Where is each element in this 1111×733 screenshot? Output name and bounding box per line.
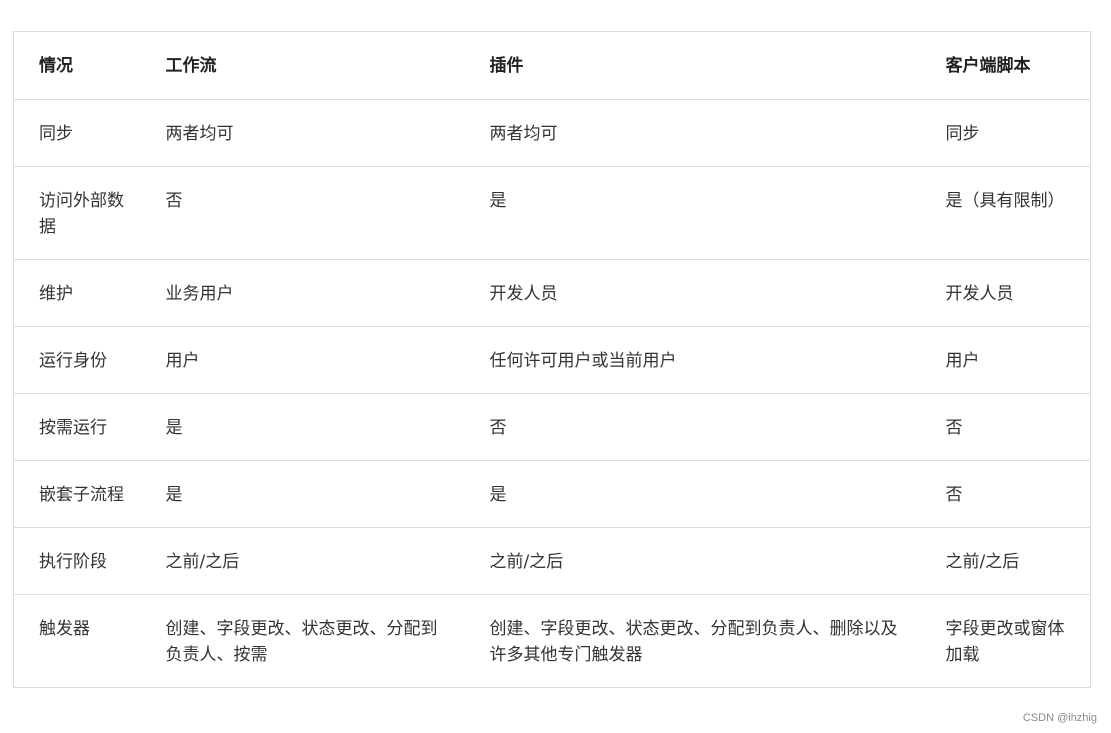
table-row: 同步 两者均可 两者均可 同步 bbox=[13, 99, 1091, 167]
table-cell: 运行身份 bbox=[13, 326, 141, 394]
table-cell: 任何许可用户或当前用户 bbox=[464, 326, 921, 394]
table-cell: 否 bbox=[464, 393, 921, 461]
table-row: 运行身份 用户 任何许可用户或当前用户 用户 bbox=[13, 326, 1091, 394]
table-cell: 是 bbox=[140, 393, 465, 461]
table-cell: 开发人员 bbox=[920, 259, 1091, 327]
header-cell-workflow: 工作流 bbox=[140, 31, 465, 100]
comparison-table-container: 情况 工作流 插件 客户端脚本 同步 两者均可 两者均可 同步 访问外部数据 否… bbox=[13, 31, 1091, 688]
table-cell: 同步 bbox=[920, 99, 1091, 167]
table-cell: 两者均可 bbox=[140, 99, 465, 167]
comparison-table: 情况 工作流 插件 客户端脚本 同步 两者均可 两者均可 同步 访问外部数据 否… bbox=[13, 31, 1091, 688]
table-cell: 业务用户 bbox=[140, 259, 465, 327]
table-cell: 用户 bbox=[140, 326, 465, 394]
table-cell: 执行阶段 bbox=[13, 527, 141, 595]
table-cell: 是（具有限制） bbox=[920, 166, 1091, 260]
table-cell: 字段更改或窗体加载 bbox=[920, 594, 1091, 688]
table-cell: 创建、字段更改、状态更改、分配到负责人、按需 bbox=[140, 594, 465, 688]
table-cell: 否 bbox=[920, 460, 1091, 528]
table-cell: 是 bbox=[140, 460, 465, 528]
table-row: 访问外部数据 否 是 是（具有限制） bbox=[13, 166, 1091, 260]
table-cell: 嵌套子流程 bbox=[13, 460, 141, 528]
table-cell: 之前/之后 bbox=[140, 527, 465, 595]
table-cell: 按需运行 bbox=[13, 393, 141, 461]
table-row: 按需运行 是 否 否 bbox=[13, 393, 1091, 461]
table-row: 执行阶段 之前/之后 之前/之后 之前/之后 bbox=[13, 527, 1091, 595]
table-cell: 是 bbox=[464, 460, 921, 528]
table-cell: 两者均可 bbox=[464, 99, 921, 167]
table-cell: 否 bbox=[920, 393, 1091, 461]
table-cell: 是 bbox=[464, 166, 921, 260]
table-row: 嵌套子流程 是 是 否 bbox=[13, 460, 1091, 528]
table-cell: 开发人员 bbox=[464, 259, 921, 327]
table-cell: 触发器 bbox=[13, 594, 141, 688]
table-cell: 之前/之后 bbox=[920, 527, 1091, 595]
table-row: 触发器 创建、字段更改、状态更改、分配到负责人、按需 创建、字段更改、状态更改、… bbox=[13, 594, 1091, 688]
table-cell: 之前/之后 bbox=[464, 527, 921, 595]
table-cell: 用户 bbox=[920, 326, 1091, 394]
table-cell: 同步 bbox=[13, 99, 141, 167]
csdn-watermark: CSDN @ihzhig bbox=[1022, 712, 1097, 724]
table-cell: 创建、字段更改、状态更改、分配到负责人、删除以及许多其他专门触发器 bbox=[464, 594, 921, 688]
table-cell: 否 bbox=[140, 166, 465, 260]
header-cell-plugin: 插件 bbox=[464, 31, 921, 100]
table-cell: 维护 bbox=[13, 259, 141, 327]
table-cell: 访问外部数据 bbox=[13, 166, 141, 260]
table-row: 维护 业务用户 开发人员 开发人员 bbox=[13, 259, 1091, 327]
header-cell-situation: 情况 bbox=[13, 31, 141, 100]
header-cell-client-script: 客户端脚本 bbox=[920, 31, 1091, 100]
table-header-row: 情况 工作流 插件 客户端脚本 bbox=[13, 31, 1091, 100]
